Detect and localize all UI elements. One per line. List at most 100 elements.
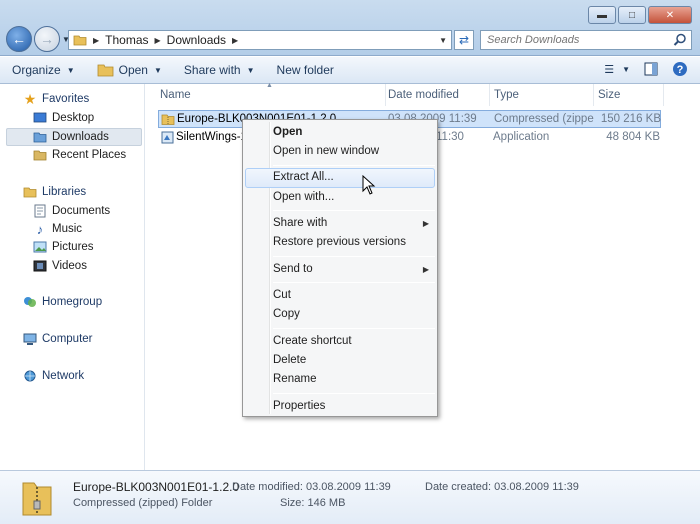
menu-item-delete[interactable]: Delete	[273, 354, 306, 366]
nav-documents[interactable]: Documents	[32, 204, 110, 218]
nav-favorites[interactable]: ★ Favorites	[22, 91, 90, 107]
column-header-type[interactable]: Type	[490, 84, 594, 106]
chevron-down-icon: ▼	[246, 65, 255, 75]
mouse-cursor-icon	[362, 175, 376, 195]
search-icon[interactable]	[673, 33, 687, 47]
menu-separator	[273, 393, 435, 394]
menu-separator	[273, 256, 435, 257]
menu-item-restore-previous-versions[interactable]: Restore previous versions	[273, 236, 406, 248]
minimize-icon[interactable]: ▬	[588, 6, 616, 24]
homegroup-icon	[22, 295, 38, 309]
menu-separator	[273, 165, 435, 166]
videos-icon	[32, 259, 48, 273]
menu-item-properties[interactable]: Properties	[273, 400, 325, 412]
maximize-icon[interactable]: □	[618, 6, 646, 24]
nav-computer-label: Computer	[42, 333, 93, 345]
nav-videos-label: Videos	[52, 260, 87, 272]
nav-desktop-label: Desktop	[52, 112, 95, 124]
preview-pane-icon[interactable]	[644, 62, 658, 76]
open-label: Open	[118, 63, 148, 77]
menu-item-cut[interactable]: Cut	[273, 289, 291, 301]
chevron-right-icon[interactable]: ▶	[232, 36, 238, 45]
file-size: 48 804 KB	[606, 131, 660, 143]
details-date-created: Date created: 03.08.2009 11:39	[425, 481, 579, 493]
chevron-down-icon: ▼	[66, 65, 75, 75]
libraries-icon	[22, 185, 38, 199]
nav-recent-places-label: Recent Places	[52, 149, 127, 161]
organize-label: Organize	[12, 63, 61, 77]
breadcrumb-thomas[interactable]: Thomas	[105, 33, 148, 47]
nav-network[interactable]: Network	[22, 369, 84, 383]
navigation-buttons: ← → ▼	[6, 26, 70, 52]
details-file-type: Compressed (zipped) Folder	[73, 497, 213, 509]
nav-desktop[interactable]: Desktop	[32, 111, 94, 125]
menu-item-open[interactable]: Open	[273, 126, 302, 138]
search-box[interactable]	[480, 30, 692, 50]
open-folder-icon	[97, 64, 114, 77]
column-header-date-modified[interactable]: Date modified	[386, 84, 490, 106]
nav-pictures[interactable]: Pictures	[32, 240, 94, 254]
column-date-modified-label: Date modified	[388, 89, 459, 101]
share-with-button[interactable]: Share with ▼	[184, 63, 255, 77]
nav-network-label: Network	[42, 370, 85, 382]
search-input[interactable]	[487, 34, 667, 46]
nav-computer[interactable]: Computer	[22, 332, 93, 346]
menu-item-send-to[interactable]: Send to	[273, 263, 313, 275]
help-icon[interactable]: ?	[672, 61, 688, 77]
documents-icon	[32, 204, 48, 218]
nav-libraries[interactable]: Libraries	[22, 185, 86, 199]
folder-icon	[73, 35, 87, 46]
nav-favorites-label: Favorites	[42, 93, 90, 105]
breadcrumb-downloads[interactable]: Downloads	[167, 33, 226, 47]
address-bar[interactable]: ▶ Thomas ▶ Downloads ▶ ▼	[68, 30, 452, 50]
column-name-label: Name	[160, 89, 191, 101]
column-header-name[interactable]: Name	[158, 84, 386, 106]
recent-places-icon	[32, 148, 48, 162]
close-icon[interactable]: ✕	[648, 6, 692, 24]
refresh-icon[interactable]: ⇄	[454, 30, 474, 50]
menu-item-copy[interactable]: Copy	[273, 308, 300, 320]
nav-music[interactable]: ♪ Music	[32, 221, 82, 237]
organize-button[interactable]: Organize ▼	[12, 63, 75, 77]
nav-videos[interactable]: Videos	[32, 259, 87, 273]
menu-item-open-in-new-window[interactable]: Open in new window	[273, 145, 379, 157]
nav-recent-places[interactable]: Recent Places	[32, 148, 126, 162]
chevron-down-icon: ▼	[153, 65, 162, 75]
nav-downloads[interactable]: Downloads	[6, 128, 142, 146]
computer-icon	[22, 332, 38, 346]
file-type: Application	[493, 131, 550, 143]
command-bar: Organize ▼ Open ▼ Share with ▼ New folde…	[0, 57, 700, 84]
column-size-label: Size	[598, 89, 621, 101]
menu-item-rename[interactable]: Rename	[273, 373, 316, 385]
file-date-modified: 11:30	[436, 131, 464, 143]
open-button[interactable]: Open ▼	[97, 63, 162, 77]
menu-item-share-with[interactable]: Share with	[273, 217, 327, 229]
back-arrow-icon[interactable]: ←	[6, 26, 32, 52]
window-controls: ▬ □ ✕	[588, 6, 692, 24]
chevron-right-icon[interactable]: ▶	[155, 36, 161, 45]
menu-item-open-with[interactable]: Open with...	[273, 191, 334, 203]
zip-folder-icon	[161, 114, 175, 125]
details-file-name: Europe-BLK003N001E01-1.2.0	[73, 480, 240, 494]
nav-libraries-label: Libraries	[42, 186, 87, 198]
chevron-right-icon[interactable]: ▶	[93, 36, 99, 45]
menu-item-create-shortcut[interactable]: Create shortcut	[273, 335, 352, 347]
new-folder-button[interactable]: New folder	[277, 63, 334, 77]
nav-homegroup[interactable]: Homegroup	[22, 295, 102, 309]
zip-folder-large-icon	[22, 482, 52, 516]
column-type-label: Type	[494, 89, 519, 101]
menu-item-extract-all[interactable]: Extract All...	[245, 168, 435, 188]
music-icon: ♪	[36, 221, 44, 237]
title-bar: ▬ □ ✕ ← → ▼ ▶ Thomas ▶ Downloads ▶ ▼ ⇄	[0, 0, 700, 56]
submenu-arrow-icon: ▶	[422, 219, 429, 228]
pictures-icon	[32, 240, 48, 254]
view-options-icon[interactable]: ☰ ▼	[604, 63, 630, 76]
context-menu: Open Open in new window Extract All... O…	[242, 119, 438, 417]
address-dropdown-icon[interactable]: ▼	[439, 36, 447, 45]
share-with-label: Share with	[183, 63, 241, 77]
application-icon	[161, 131, 174, 144]
details-pane: Europe-BLK003N001E01-1.2.0 Compressed (z…	[0, 470, 700, 524]
column-header-size[interactable]: Size	[594, 84, 664, 106]
forward-arrow-icon[interactable]: →	[34, 26, 60, 52]
file-type: Compressed (zippe...	[494, 113, 594, 125]
